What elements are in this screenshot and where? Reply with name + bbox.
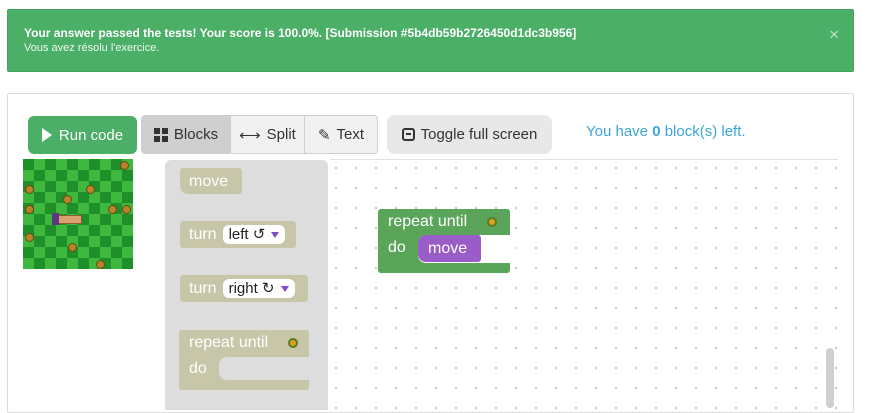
turn-direction-dropdown[interactable]: right ↻ bbox=[222, 279, 295, 298]
toolbox-turn-right-block[interactable]: turn right ↻ bbox=[180, 275, 308, 302]
tab-blocks-label: Blocks bbox=[173, 126, 219, 143]
run-code-label: Run code bbox=[58, 126, 124, 144]
tab-text[interactable]: ✎ Text bbox=[304, 115, 378, 154]
toolbox-move-label: move bbox=[189, 173, 229, 190]
game-grid bbox=[23, 159, 133, 269]
grid-item bbox=[120, 161, 129, 170]
chevron-down-icon bbox=[280, 285, 289, 292]
toggle-fullscreen-label: Toggle full screen bbox=[420, 126, 538, 143]
toolbox-turn-left-block[interactable]: turn left ↺ bbox=[180, 221, 296, 248]
block-workspace[interactable] bbox=[330, 160, 838, 410]
grid-item bbox=[108, 205, 117, 214]
flower-icon bbox=[288, 338, 298, 348]
blocks-left-count: 0 bbox=[652, 123, 661, 140]
toolbox-turn-label: turn bbox=[189, 226, 217, 243]
chevron-down-icon bbox=[271, 231, 280, 238]
fullscreen-icon bbox=[401, 128, 415, 141]
statement-slot bbox=[219, 357, 315, 380]
turn-direction-dropdown[interactable]: left ↺ bbox=[222, 225, 286, 244]
toolbox-repeat-until-block[interactable]: repeat until do bbox=[179, 330, 315, 390]
grid-item bbox=[63, 195, 72, 204]
grid-item bbox=[122, 205, 131, 214]
workspace-move-label: move bbox=[428, 240, 468, 257]
workspace-repeat-label: repeat until bbox=[388, 213, 468, 230]
blocks-left-suffix: block(s) left. bbox=[660, 123, 746, 140]
grid-item bbox=[68, 243, 77, 252]
double-arrow-icon: ⟷ bbox=[239, 126, 261, 144]
grid-item bbox=[25, 233, 34, 242]
robot-icon bbox=[52, 213, 59, 225]
toolbox-do-label: do bbox=[189, 360, 207, 377]
grid-item bbox=[86, 185, 95, 194]
success-submessage: Vous avez résolu l'exercice. bbox=[24, 42, 160, 54]
close-icon[interactable]: × bbox=[829, 25, 839, 45]
run-code-button[interactable]: Run code bbox=[28, 116, 137, 154]
toolbox-move-block[interactable]: move bbox=[180, 168, 242, 194]
toggle-fullscreen-button[interactable]: Toggle full screen bbox=[387, 115, 552, 154]
grid-item bbox=[96, 260, 105, 269]
blocks-left-prefix: You have bbox=[586, 123, 653, 140]
grid-item bbox=[25, 205, 34, 214]
workspace-scrollbar[interactable] bbox=[826, 348, 834, 408]
pencil-icon: ✎ bbox=[317, 126, 331, 144]
tab-blocks[interactable]: Blocks bbox=[141, 115, 231, 154]
workspace-move-block[interactable]: move bbox=[418, 235, 481, 262]
success-message: Your answer passed the tests! Your score… bbox=[24, 26, 577, 40]
grid-icon bbox=[153, 127, 168, 142]
blocks-left-info: You have 0 block(s) left. bbox=[586, 123, 746, 140]
tab-text-label: Text bbox=[336, 126, 365, 143]
flower-icon bbox=[487, 217, 497, 227]
workspace-do-label: do bbox=[388, 239, 406, 256]
success-banner: Your answer passed the tests! Your score… bbox=[7, 9, 854, 72]
toolbox-repeat-label: repeat until bbox=[189, 334, 269, 351]
turn-left-option: left ↺ bbox=[228, 226, 266, 243]
tab-split[interactable]: ⟷ Split bbox=[230, 115, 305, 154]
turn-right-option: right ↻ bbox=[228, 280, 275, 297]
play-icon bbox=[41, 128, 52, 142]
tab-split-label: Split bbox=[266, 126, 296, 143]
grid-item bbox=[25, 185, 34, 194]
toolbox-turn-label: turn bbox=[189, 280, 217, 297]
